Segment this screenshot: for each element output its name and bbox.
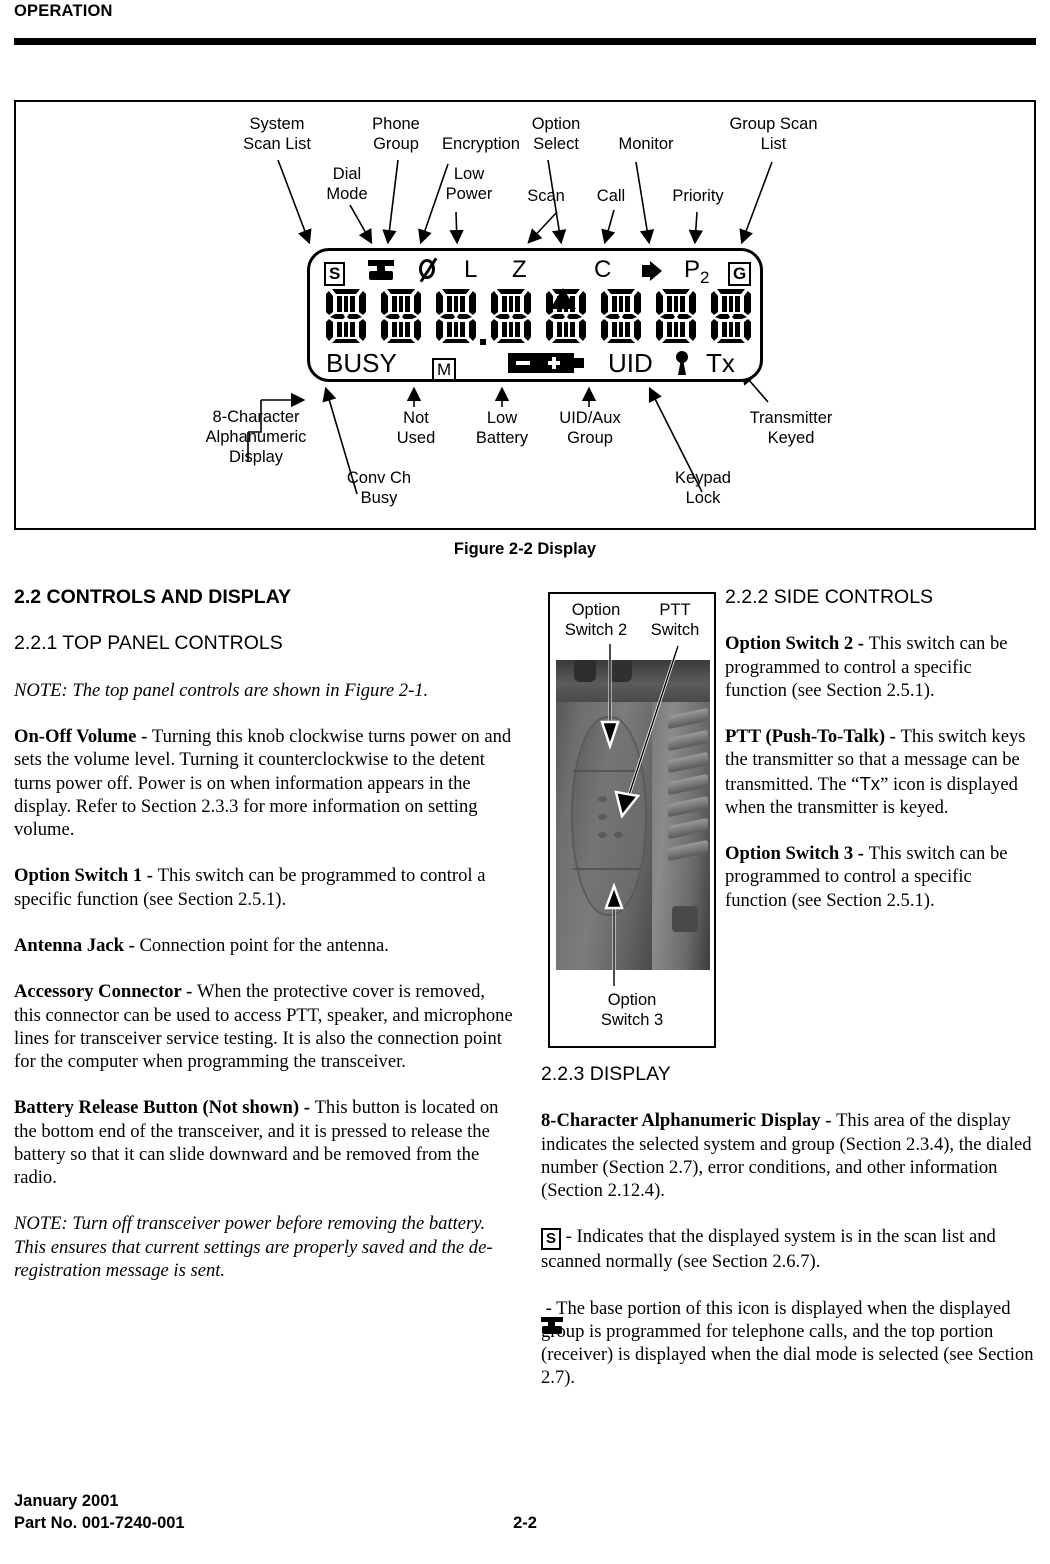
para-s-icon: S - Indicates that the displayed system … (541, 1225, 1036, 1273)
char-cell (709, 287, 753, 345)
not-used-indicator: M (432, 351, 457, 382)
char-cell (324, 287, 368, 345)
lcd-icon-row: S L Z C P2 G (322, 256, 754, 309)
note-top-panel: NOTE: The top panel controls are shown i… (14, 679, 429, 701)
body-phone-icon: - The base portion of this icon is displ… (541, 1297, 1034, 1389)
running-head: OPERATION (14, 2, 113, 20)
radio-side-photo (556, 660, 710, 970)
decimal-point (480, 339, 486, 345)
header-rule (14, 38, 1036, 45)
para-accessory-connector: Accessory Connector - When the protectiv… (14, 980, 514, 1073)
side-controls-photo-box: Option Switch 2 PTT Switch Option Switch… (548, 592, 716, 1048)
callout-transmitter-keyed: Transmitter Keyed (749, 409, 833, 447)
char-cell (654, 287, 698, 345)
transmitter-keyed-indicator: Tx (706, 348, 735, 378)
right-column-upper: 2.2.2 SIDE CONTROLS Option Switch 2 - Th… (725, 586, 1036, 912)
char-cell (489, 287, 533, 345)
callout-conv-ch-busy: Conv Ch Busy (346, 469, 412, 507)
encryption-icon: Z (512, 256, 527, 283)
char-cell (544, 287, 588, 345)
call-icon: C (594, 256, 612, 283)
term-battery-release: Battery Release Button (Not shown) - (14, 1097, 315, 1119)
lcd-bottom-row: BUSY M UID Tx (326, 348, 754, 382)
callout-not-used: Not Used (396, 409, 436, 447)
term-antenna-jack: Antenna Jack - (14, 934, 140, 956)
footer-date: January 2001 (14, 1492, 119, 1510)
callout-priority: Priority (672, 187, 724, 205)
photo-label-option-switch-2: Option Switch 2 (564, 601, 628, 639)
system-scan-list-icon: S (324, 258, 346, 286)
callout-alphanumeric-display: 8-Character Alphanumeric Display (205, 408, 307, 466)
low-power-icon: L (464, 256, 478, 283)
uid-aux-group-indicator: UID (608, 348, 653, 378)
para-ptt: PTT (Push-To-Talk) - This switch keys th… (725, 725, 1036, 819)
term-option-switch-3: Option Switch 3 - (725, 843, 869, 865)
heading-2-2: 2.2 CONTROLS AND DISPLAY (14, 586, 292, 608)
para-battery-release: Battery Release Button (Not shown) - Thi… (14, 1096, 514, 1189)
body-s-icon: - Indicates that the displayed system is… (541, 1226, 996, 1273)
callout-call: Call (596, 187, 626, 205)
char-cell (434, 287, 478, 345)
term-option-switch-2: Option Switch 2 - (725, 633, 869, 655)
callout-low-power: Low Power (445, 165, 493, 203)
scan-list-s-icon: S (541, 1228, 562, 1251)
alphanumeric-character-cells (324, 287, 754, 345)
tx-icon: Tx (859, 772, 881, 794)
callout-group-scan-list: Group Scan List (729, 115, 818, 153)
right-column-lower: 2.2.3 DISPLAY 8-Character Alphanumeric D… (541, 1063, 1036, 1390)
term-on-off-volume: On-Off Volume - (14, 726, 152, 748)
para-option-switch-1: Option Switch 1 - This switch can be pro… (14, 864, 514, 910)
heading-2-2-3: 2.2.3 DISPLAY (541, 1063, 671, 1085)
body-antenna-jack: Connection point for the antenna. (139, 934, 389, 956)
callout-system-scan-list: System Scan List (243, 115, 311, 153)
callout-uid-aux-group: UID/Aux Group (559, 409, 621, 447)
callout-dial-mode: Dial Mode (326, 165, 368, 203)
scan-icon (550, 261, 576, 309)
conv-ch-busy-indicator: BUSY (326, 348, 397, 378)
para-alphanumeric-display: 8-Character Alphanumeric Display - This … (541, 1109, 1036, 1202)
callout-scan: Scan (527, 187, 565, 205)
term-accessory-connector: Accessory Connector - (14, 981, 197, 1003)
group-scan-list-icon: G (728, 258, 752, 286)
photo-label-ptt-switch: PTT Switch (650, 601, 700, 639)
footer-page-number: 2-2 (513, 1514, 537, 1532)
para-option-switch-3: Option Switch 3 - This switch can be pro… (725, 842, 1036, 912)
term-ptt: PTT (Push-To-Talk) - (725, 726, 901, 748)
figure-caption: Figure 2-2 Display (453, 540, 597, 558)
figure-2-2-box: System Scan List Dial Mode Phone Group E… (14, 100, 1036, 530)
callout-low-battery: Low Battery (475, 409, 529, 447)
para-phone-icon: - The base portion of this icon is displ… (541, 1297, 1036, 1390)
left-column: 2.2 CONTROLS AND DISPLAY 2.2.1 TOP PANEL… (14, 586, 514, 1282)
manual-page: OPERATION System Scan List Dial Mode Pho… (0, 0, 1050, 1564)
lcd-display: S L Z C P2 G BUSY M UID Tx (307, 248, 763, 382)
callout-keypad-lock: Keypad Lock (675, 469, 731, 507)
char-cell (379, 287, 423, 345)
photo-label-option-switch-3: Option Switch 3 (600, 991, 664, 1029)
term-option-switch-1: Option Switch 1 - (14, 865, 158, 887)
char-cell (599, 287, 643, 345)
term-alphanumeric-display: 8-Character Alphanumeric Display - (541, 1110, 837, 1132)
para-antenna-jack: Antenna Jack - Connection point for the … (14, 934, 514, 957)
para-on-off-volume: On-Off Volume - Turning this knob clockw… (14, 725, 514, 841)
para-option-switch-2: Option Switch 2 - This switch can be pro… (725, 632, 1036, 702)
heading-2-2-1: 2.2.1 TOP PANEL CONTROLS (14, 632, 283, 655)
heading-2-2-2: 2.2.2 SIDE CONTROLS (725, 586, 934, 608)
callout-monitor: Monitor (618, 135, 674, 153)
note-battery: NOTE: Turn off transceiver power before … (14, 1213, 493, 1281)
